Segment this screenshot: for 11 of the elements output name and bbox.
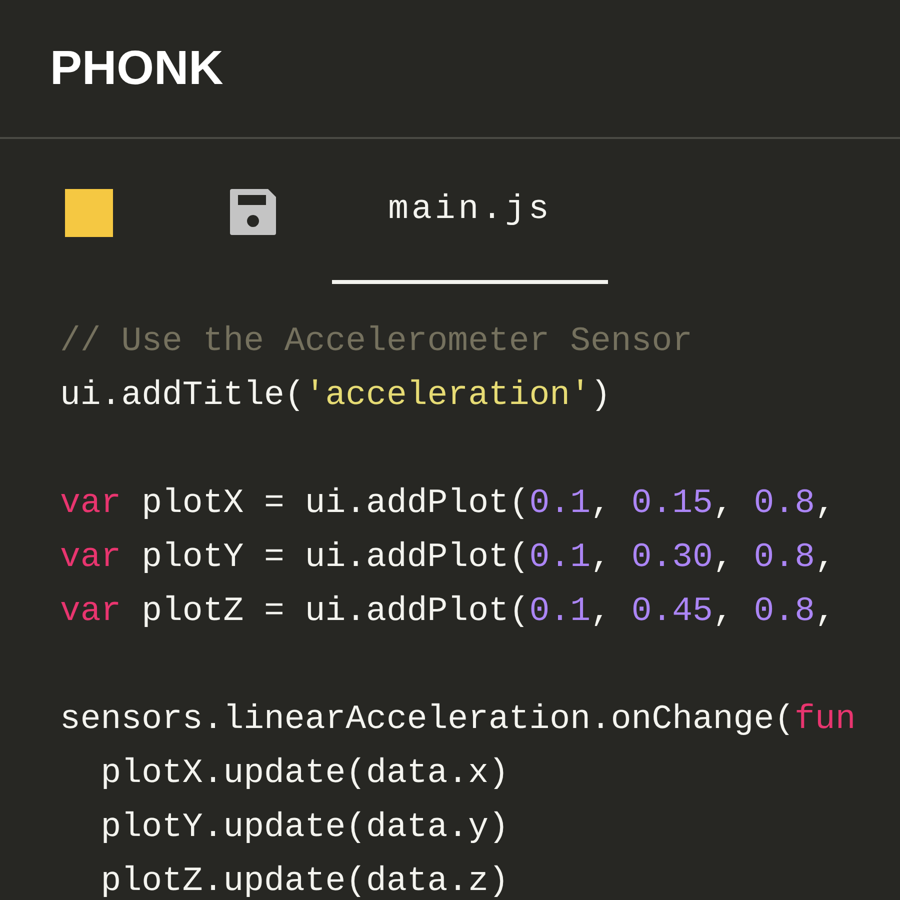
code-line: var plotX = ui.addPlot(0.1, 0.15, 0.8, <box>60 484 836 525</box>
code-line: ui.addTitle('acceleration') <box>60 376 611 417</box>
code-line: var plotY = ui.addPlot(0.1, 0.30, 0.8, <box>60 538 836 579</box>
code-line: plotX.update(data.x) <box>100 754 509 795</box>
code-line: // Use the Accelerometer Sensor <box>60 322 693 363</box>
code-line: sensors.linearAcceleration.onChange(fun <box>60 700 856 741</box>
code-line: plotY.update(data.y) <box>100 808 509 849</box>
code-line: plotZ.update(data.z) <box>100 862 509 900</box>
code-line: var plotZ = ui.addPlot(0.1, 0.45, 0.8, <box>60 592 836 633</box>
file-tab[interactable]: main.js <box>332 139 608 284</box>
app-title: PHONK <box>50 40 224 96</box>
